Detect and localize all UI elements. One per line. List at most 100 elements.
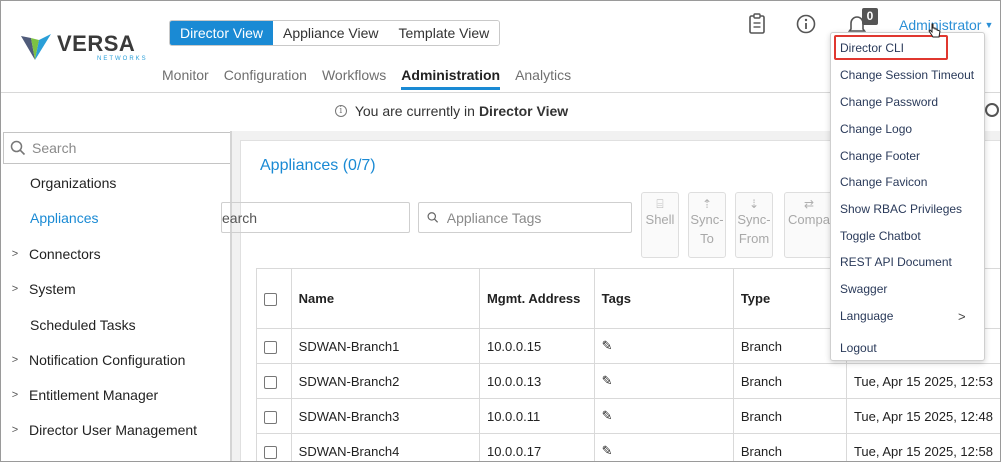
chevron-right-icon: > bbox=[11, 247, 19, 260]
sidebar-item-connectors[interactable]: > Connectors bbox=[1, 236, 232, 271]
administrator-menu-button[interactable]: Administrator ▼ bbox=[899, 17, 993, 33]
menu-item-rest-api-document[interactable]: REST API Document bbox=[840, 255, 952, 269]
info-icon[interactable] bbox=[796, 14, 816, 36]
appliance-tags-search bbox=[418, 202, 632, 233]
menu-item-swagger[interactable]: Swagger bbox=[840, 282, 887, 296]
appliance-view-button[interactable]: Appliance View bbox=[273, 21, 389, 45]
sidebar-item-appliances[interactable]: Appliances bbox=[1, 200, 232, 235]
table-row: SDWAN-Branch2 10.0.0.13 ✎ Branch Tue, Ap… bbox=[256, 363, 1000, 399]
column-header-mgmt-address[interactable]: Mgmt. Address bbox=[478, 268, 595, 329]
nav-monitor[interactable]: Monitor bbox=[162, 67, 209, 90]
table-row: SDWAN-Branch4 10.0.0.17 ✎ Branch Tue, Ap… bbox=[256, 433, 1000, 461]
notification-count-badge: 0 bbox=[862, 8, 878, 25]
menu-item-change-password[interactable]: Change Password bbox=[840, 95, 938, 109]
shell-button[interactable]: ⌸ Shell bbox=[641, 192, 679, 258]
download-icon: ⇣ bbox=[748, 197, 760, 211]
table-row: SDWAN-Branch3 10.0.0.11 ✎ Branch Tue, Ap… bbox=[256, 398, 1000, 434]
chevron-right-icon: > bbox=[11, 423, 19, 436]
template-view-button[interactable]: Template View bbox=[388, 21, 500, 45]
menu-item-change-favicon[interactable]: Change Favicon bbox=[840, 175, 927, 189]
shell-button-label: Shell bbox=[645, 212, 675, 227]
sidebar-item-label: System bbox=[29, 280, 76, 297]
chevron-right-icon: > bbox=[11, 282, 19, 295]
view-toggle: Director View Appliance View Template Vi… bbox=[169, 20, 501, 46]
pencil-icon[interactable]: ✎ bbox=[602, 338, 613, 353]
row-checkbox[interactable] bbox=[264, 375, 277, 389]
sync-from-button[interactable]: ⇣ Sync- From bbox=[735, 192, 773, 258]
sidebar-item-organizations[interactable]: Organizations bbox=[1, 165, 232, 200]
menu-item-show-rbac-privileges[interactable]: Show RBAC Privileges bbox=[840, 202, 962, 216]
logo-subtitle: NETWORKS bbox=[97, 55, 148, 62]
edit-tags-cell: ✎ bbox=[593, 363, 734, 399]
mgmt-address-cell: 10.0.0.13 bbox=[478, 363, 595, 399]
clipboard-icon[interactable] bbox=[748, 13, 768, 35]
column-header-name[interactable]: Name bbox=[290, 268, 480, 329]
sidebar-item-label: Director User Management bbox=[29, 421, 198, 438]
page-title: Appliances (0/7) bbox=[260, 157, 376, 174]
sync-from-label-2: From bbox=[738, 230, 770, 246]
appliance-tags-input[interactable] bbox=[446, 209, 631, 226]
compare-button[interactable]: ⇄ Compa bbox=[784, 192, 834, 258]
menu-item-change-footer[interactable]: Change Footer bbox=[840, 149, 920, 163]
sidebar-item-label: Entitlement Manager bbox=[29, 386, 159, 403]
chevron-right-icon: > bbox=[11, 353, 19, 366]
sync-to-label-1: Sync- bbox=[690, 212, 724, 227]
column-header-tags[interactable]: Tags bbox=[593, 268, 734, 329]
versa-logo: VERSA NETWORKS bbox=[19, 29, 148, 65]
pencil-icon[interactable]: ✎ bbox=[602, 373, 613, 388]
app-window: VERSA NETWORKS Director View Appliance V… bbox=[0, 0, 1001, 462]
sync-to-button[interactable]: ⇡ Sync- To bbox=[688, 192, 726, 258]
banner-text: You are currently in bbox=[354, 103, 475, 119]
appliance-search-input[interactable] bbox=[222, 209, 409, 226]
nav-configuration[interactable]: Configuration bbox=[224, 67, 307, 90]
menu-item-director-cli[interactable]: Director CLI bbox=[840, 41, 904, 55]
select-all-checkbox[interactable] bbox=[264, 293, 277, 307]
search-icon bbox=[427, 212, 439, 223]
type-cell: Branch bbox=[732, 398, 847, 434]
type-cell: Branch bbox=[732, 433, 847, 461]
sidebar-search bbox=[3, 132, 231, 164]
search-icon bbox=[10, 140, 26, 156]
sidebar-search-input[interactable] bbox=[32, 140, 212, 156]
sync-from-label-1: Sync- bbox=[737, 212, 771, 227]
upload-icon: ⇡ bbox=[701, 197, 713, 211]
nav-analytics[interactable]: Analytics bbox=[515, 67, 571, 90]
appliance-name-link[interactable]: SDWAN-Branch1 bbox=[290, 328, 480, 364]
director-view-button[interactable]: Director View bbox=[170, 21, 273, 45]
compare-icon: ⇄ bbox=[803, 197, 815, 211]
logo-wordmark: VERSA bbox=[57, 30, 136, 56]
chevron-right-icon: > bbox=[958, 309, 966, 324]
administrator-dropdown-menu: Director CLI Change Session Timeout Chan… bbox=[830, 32, 985, 361]
sidebar-item-label: Appliances bbox=[30, 209, 99, 226]
sidebar-item-notification-configuration[interactable]: > Notification Configuration bbox=[1, 342, 232, 377]
chevron-right-icon: > bbox=[11, 388, 19, 401]
sidebar-item-director-user-management[interactable]: > Director User Management bbox=[1, 412, 232, 447]
pencil-icon[interactable]: ✎ bbox=[602, 408, 613, 423]
mgmt-address-cell: 10.0.0.11 bbox=[478, 398, 595, 434]
last-updated-cell: Tue, Apr 15 2025, 12:58 bbox=[845, 433, 1000, 461]
row-checkbox[interactable] bbox=[264, 340, 277, 354]
sidebar-item-entitlement-manager[interactable]: > Entitlement Manager bbox=[1, 377, 232, 412]
row-checkbox[interactable] bbox=[264, 410, 277, 424]
menu-item-change-logo[interactable]: Change Logo bbox=[840, 122, 912, 136]
sidebar-item-system[interactable]: > System bbox=[1, 271, 232, 306]
menu-item-toggle-chatbot[interactable]: Toggle Chatbot bbox=[840, 229, 921, 243]
appliance-name-link[interactable]: SDWAN-Branch3 bbox=[290, 398, 480, 434]
compare-button-label: Compa bbox=[788, 212, 830, 227]
edit-tags-cell: ✎ bbox=[593, 328, 734, 364]
menu-item-logout[interactable]: Logout bbox=[840, 341, 877, 355]
menu-item-change-session-timeout[interactable]: Change Session Timeout bbox=[840, 68, 974, 82]
pencil-icon[interactable]: ✎ bbox=[602, 443, 613, 458]
global-search-icon[interactable] bbox=[985, 103, 999, 117]
sidebar-item-label: Connectors bbox=[29, 245, 101, 262]
row-checkbox[interactable] bbox=[264, 445, 277, 459]
appliance-name-link[interactable]: SDWAN-Branch2 bbox=[290, 363, 480, 399]
nav-administration[interactable]: Administration bbox=[401, 67, 501, 90]
appliance-name-link[interactable]: SDWAN-Branch4 bbox=[290, 433, 480, 461]
terminal-icon: ⌸ bbox=[656, 197, 664, 211]
sidebar: Organizations Appliances > Connectors > Sy… bbox=[1, 131, 232, 461]
select-all-cell bbox=[256, 268, 292, 329]
menu-item-language[interactable]: Language bbox=[840, 309, 893, 323]
nav-workflows[interactable]: Workflows bbox=[322, 67, 386, 90]
sidebar-item-scheduled-tasks[interactable]: Scheduled Tasks bbox=[1, 307, 232, 342]
